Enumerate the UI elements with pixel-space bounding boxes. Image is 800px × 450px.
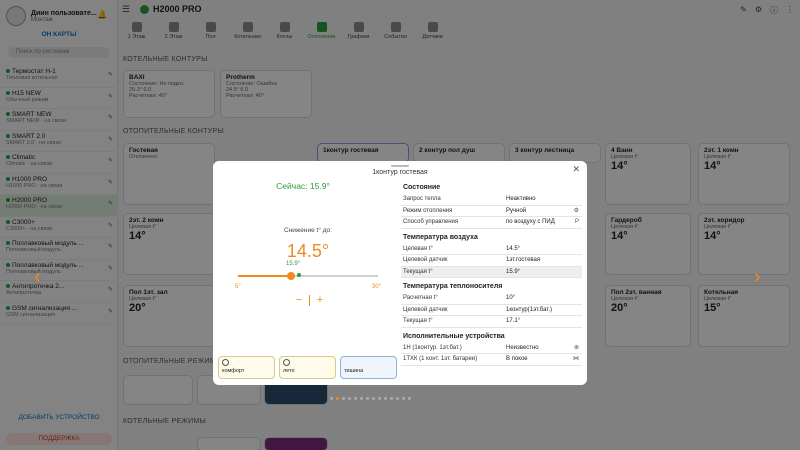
mode-icon: ⚙ (573, 207, 579, 214)
drag-handle[interactable] (391, 165, 409, 167)
info-key: 1Н (1контур. 1эт.бат.) (403, 344, 462, 351)
info-value: Неизвестно (506, 344, 539, 351)
info-row: 1Н (1контур. 1эт.бат.) Неизвестно ⊗ (401, 343, 582, 354)
info-value: 1эт.гостевая (506, 257, 541, 263)
mode-label: тишина (344, 368, 364, 374)
next-arrow-icon[interactable]: › (754, 266, 761, 289)
valve-icon: ⋈ (573, 356, 579, 362)
info-row: Расчетная t° 10° (401, 293, 582, 305)
info-key: Режим отопления (403, 207, 453, 214)
current-temperature: Сейчас: 15.9° (276, 181, 330, 191)
slider-max-label: 30° (372, 284, 382, 290)
info-value: Ручной (506, 207, 527, 214)
info-key: Текущая t° (403, 318, 433, 324)
page-dot[interactable] (408, 397, 411, 400)
slider-min-label: 5° (235, 284, 241, 290)
mode-summer-button[interactable]: лето (279, 356, 336, 379)
mode-selector: комфорт лето тишина (218, 356, 397, 379)
slider-handle[interactable] (287, 272, 296, 280)
info-row: 1ТХК (1 конт. 1эт. батареи) В покое ⋈ (401, 354, 582, 366)
info-key: Целевая t° (403, 245, 433, 252)
info-key: Целевой датчик (403, 306, 448, 313)
carrier-header: Температура теплоносителя (403, 283, 503, 290)
modal-title: 1контур гостевая (372, 169, 428, 176)
info-row: Текущая t° 15.9° (401, 266, 582, 278)
temperature-slider[interactable] (238, 271, 378, 281)
info-key: Способ управления (403, 219, 459, 225)
pid-icon: P (574, 219, 579, 225)
info-row: Способ управления по воздуху с ПИД P (401, 217, 582, 229)
info-panel: Состояние Запрос тепла Неактивно Режим от… (401, 182, 582, 366)
page-dot[interactable] (402, 397, 405, 400)
info-row: Целевая t° 14.5° (401, 244, 582, 255)
mode-silence-button[interactable]: тишина (340, 356, 397, 379)
page-dot[interactable] (360, 397, 363, 400)
increase-button[interactable]: + (310, 294, 330, 306)
decrease-button[interactable]: − (289, 294, 309, 306)
page-dot[interactable] (366, 397, 369, 400)
info-row: Целевой датчик 1эт.гостевая (401, 255, 582, 267)
info-value: 15.9° (506, 268, 521, 275)
info-value: 1контур(1эт.бат.) (506, 306, 553, 313)
page-dot[interactable] (348, 397, 351, 400)
info-row: Целевой датчик 1контур(1эт.бат.) (401, 305, 582, 316)
page-dot[interactable] (378, 397, 381, 400)
setpoint-stepper: − + (289, 294, 330, 306)
air-header: Температура воздуха (403, 233, 478, 241)
info-key: Текущая t° (403, 268, 433, 275)
mode-label: комфорт (222, 368, 245, 374)
mode-comfort-button[interactable]: комфорт (218, 356, 275, 379)
smile-icon (222, 359, 229, 366)
page-dot[interactable] (372, 397, 375, 400)
page-dot-active[interactable] (336, 397, 339, 400)
info-value: по воздуху с ПИД (506, 219, 555, 225)
current-mark-label: 15.9° (286, 261, 301, 267)
info-key: Целевой датчик (403, 257, 448, 263)
info-key: 1ТХК (1 конт. 1эт. батареи) (403, 356, 478, 362)
mode-label: лето (283, 368, 295, 374)
info-value: 14.5° (506, 245, 521, 252)
pager-dots (330, 397, 411, 400)
close-icon[interactable]: ✕ (572, 164, 580, 175)
info-value: 17.1° (506, 318, 521, 324)
info-row: Режим отопления Ручной ⚙ (401, 206, 582, 217)
exec-header: Исполнительные устройства (403, 332, 505, 340)
pump-icon: ⊗ (573, 344, 579, 351)
previous-arrow-icon[interactable]: ‹ (34, 266, 41, 289)
page-dot[interactable] (342, 397, 345, 400)
reduction-label: Снижение t° до: (284, 227, 332, 234)
info-value: В покое (506, 356, 528, 362)
circuit-modal: 1контур гостевая ✕ Сейчас: 15.9° Снижени… (213, 161, 587, 385)
moon-icon (344, 359, 351, 366)
sun-icon (283, 359, 290, 366)
info-value: 10° (506, 295, 516, 301)
info-row: Текущая t° 17.1° (401, 316, 582, 328)
current-marker-icon (297, 273, 302, 277)
info-row: Запрос тепла Неактивно (401, 194, 582, 206)
page-dot[interactable] (384, 397, 387, 400)
page-dot[interactable] (390, 397, 393, 400)
page-dot[interactable] (354, 397, 357, 400)
setpoint-value: 14.5° (286, 241, 330, 261)
info-value: Неактивно (506, 196, 536, 202)
info-key: Запрос тепла (403, 196, 441, 202)
page-dot[interactable] (330, 397, 333, 400)
page-dot[interactable] (396, 397, 399, 400)
info-key: Расчетная t° (403, 295, 438, 301)
state-header: Состояние (403, 184, 441, 191)
slider-fill (238, 275, 292, 277)
